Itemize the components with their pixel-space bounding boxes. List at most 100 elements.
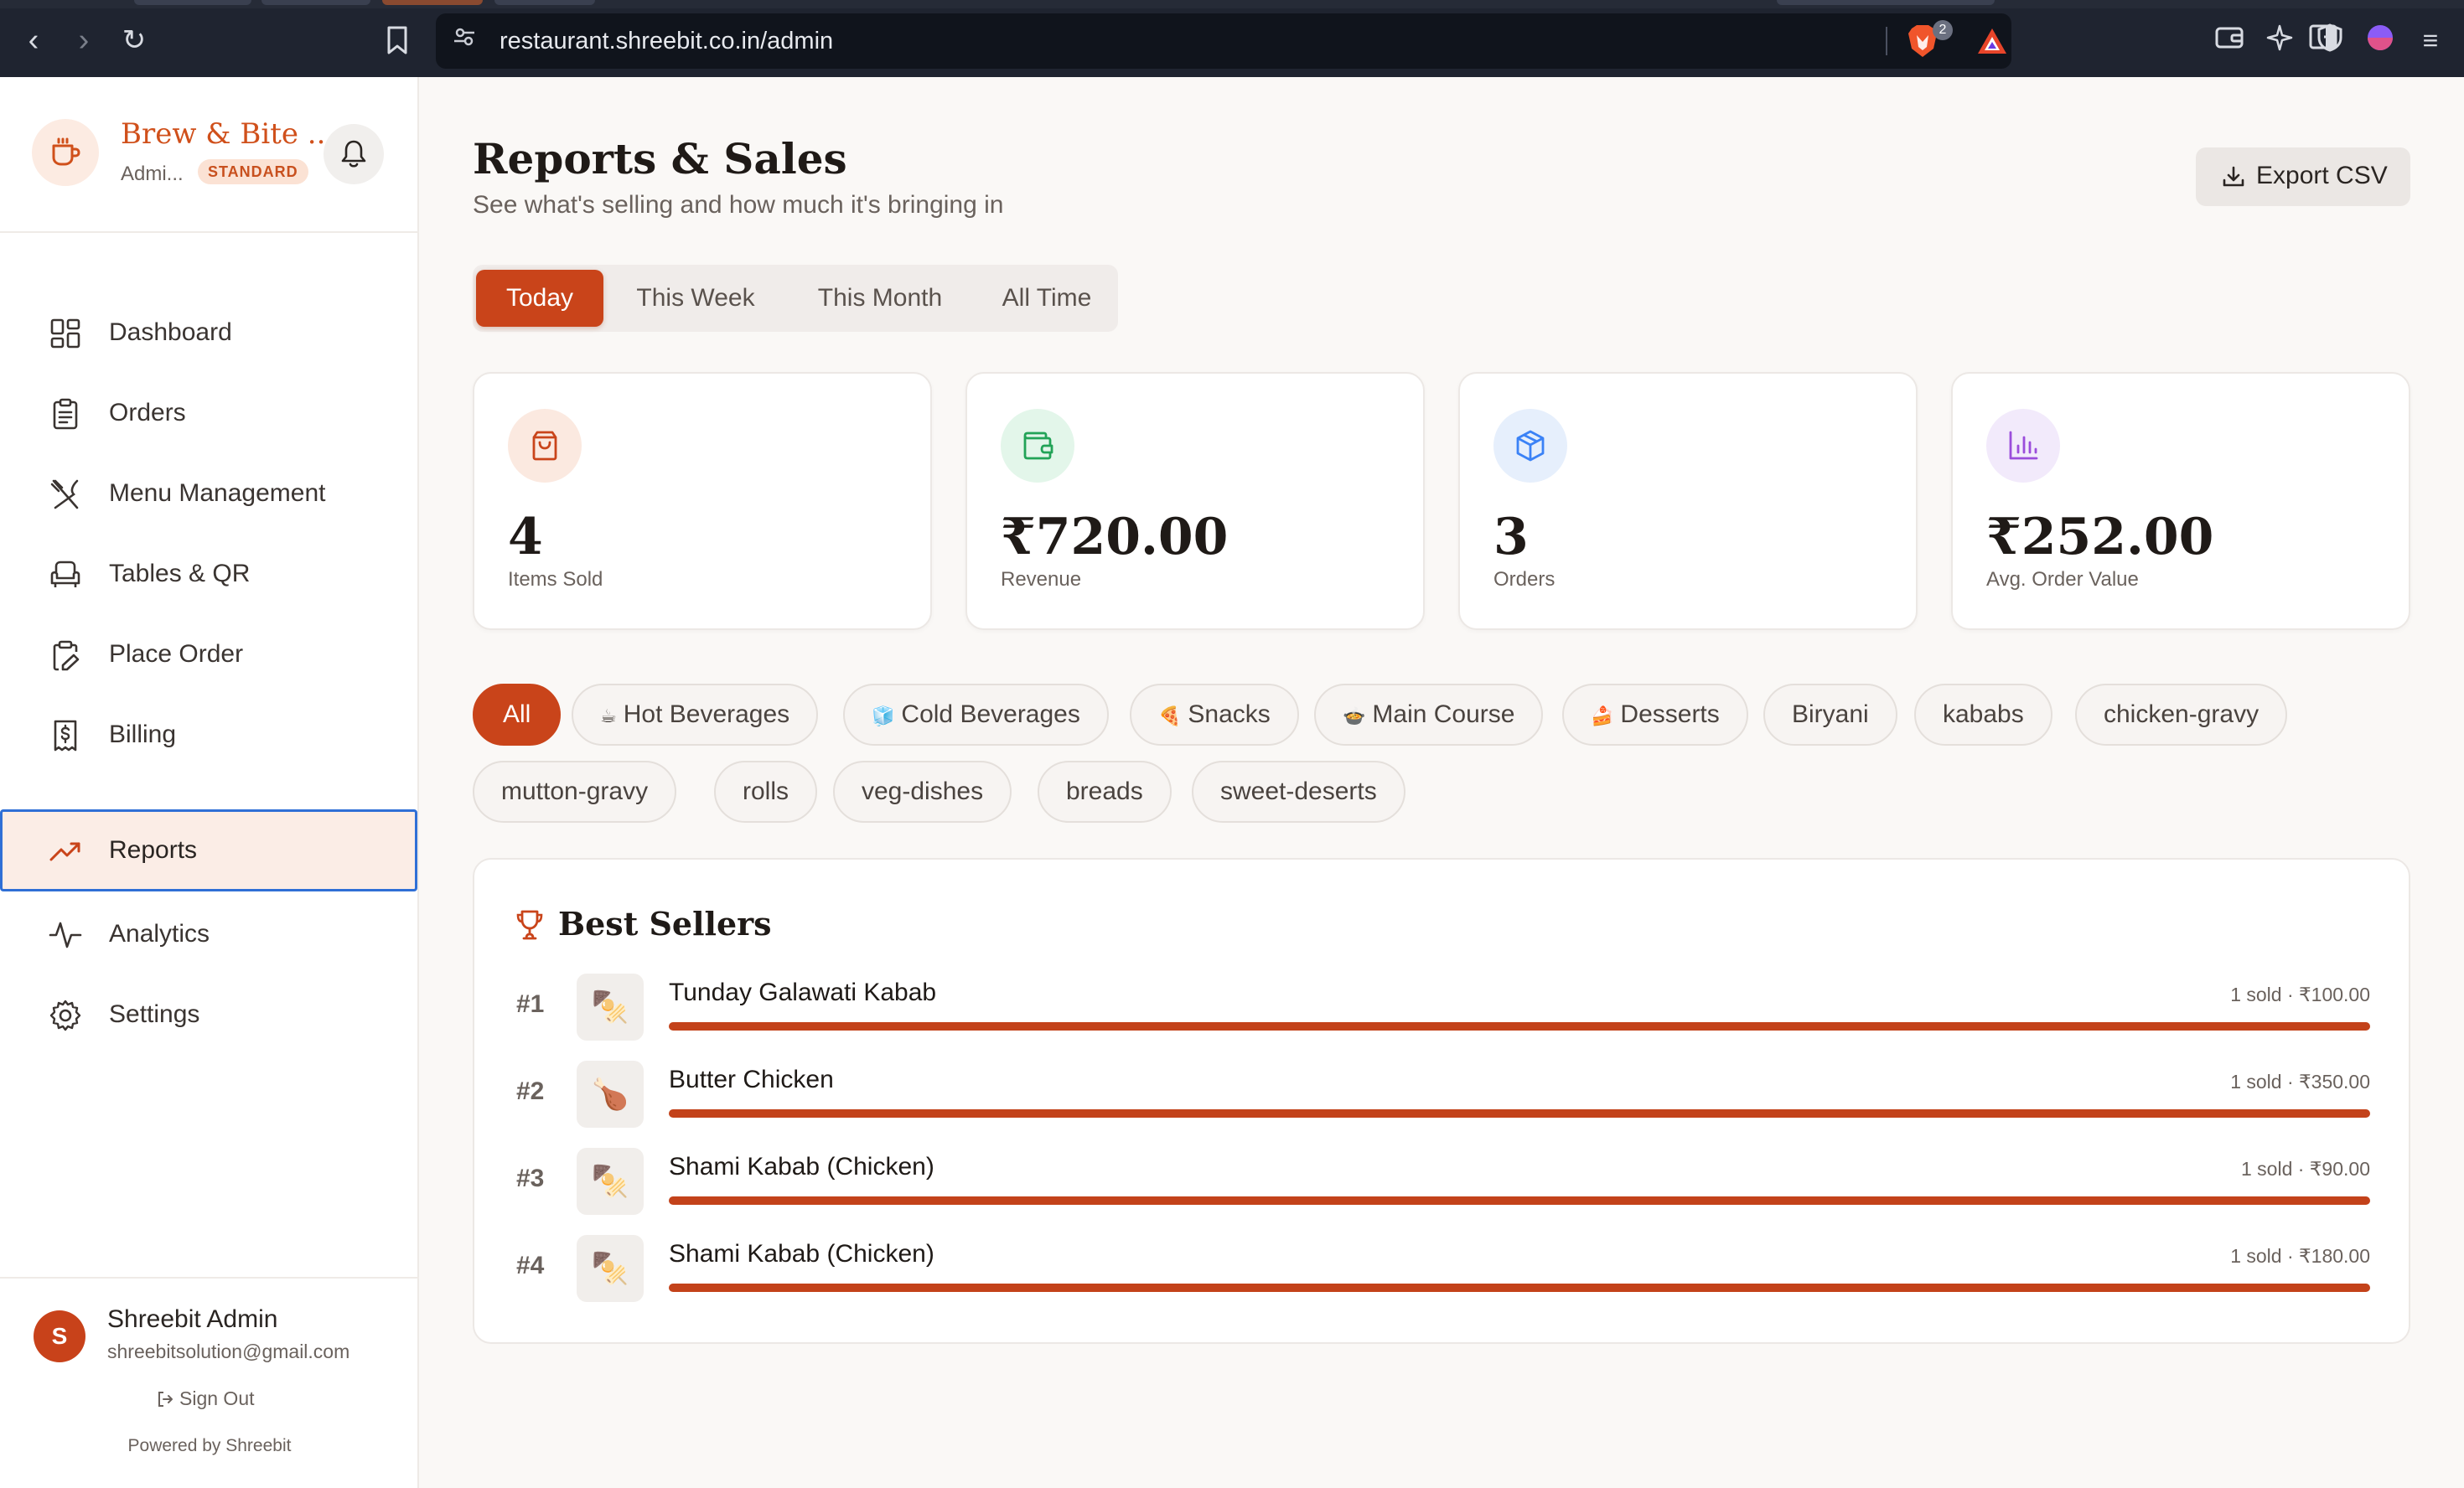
- rank: #4: [516, 1252, 545, 1279]
- category-chip-sweet-deserts[interactable]: sweet-deserts: [1192, 761, 1405, 823]
- sidebar-item-menu-management[interactable]: Menu Management: [0, 452, 417, 535]
- chip-label: breads: [1066, 778, 1143, 805]
- category-chip-veg-dishes[interactable]: veg-dishes: [833, 761, 1012, 823]
- sidebar-item-dashboard[interactable]: Dashboard: [0, 292, 417, 374]
- sidebar-item-orders[interactable]: Orders: [0, 372, 417, 454]
- stat-card-avg-order-value: ₹252.00 Avg. Order Value: [1951, 372, 2410, 630]
- list-item[interactable]: #1 🍢 Tunday Galawati Kabab 1 sold · ₹100…: [474, 974, 2412, 1049]
- cake-icon: 🍰: [1591, 705, 1614, 726]
- browser-tab[interactable]: [1777, 0, 1995, 5]
- vpn-icon[interactable]: [2313, 23, 2347, 57]
- category-chip-chicken-gravy[interactable]: chicken-gravy: [2075, 684, 2288, 746]
- browser-tab[interactable]: [261, 0, 370, 5]
- avg-order-value: ₹252.00: [1986, 508, 2214, 566]
- powered-by: Powered by Shreebit: [127, 1436, 292, 1455]
- category-chip-cold-beverages[interactable]: 🧊 Cold Beverages: [843, 684, 1109, 746]
- browser-toolbar: ‹ › ↻ restaurant.shreebit.co.in/admin 2 …: [0, 0, 2464, 77]
- stew-icon: 🍲: [1343, 705, 1366, 726]
- user-role: Admi...: [121, 163, 184, 185]
- category-chip-rolls[interactable]: rolls: [714, 761, 818, 823]
- category-chip-all[interactable]: All: [473, 684, 562, 746]
- leo-ai-icon[interactable]: [2263, 23, 2296, 57]
- bell-icon: [341, 140, 366, 168]
- revenue-caption: Revenue: [1001, 568, 1082, 591]
- browser-tab[interactable]: [134, 0, 251, 5]
- sidebar-item-place-order[interactable]: Place Order: [0, 613, 417, 695]
- tab-this-month[interactable]: This Month: [788, 270, 972, 327]
- orders-value: 3: [1493, 508, 1529, 566]
- item-meta: 1 sold · ₹90.00: [2240, 1158, 2370, 1180]
- chip-label: sweet-deserts: [1220, 778, 1377, 805]
- wallet-icon[interactable]: [2213, 23, 2246, 57]
- chip-label: Snacks: [1188, 700, 1271, 728]
- bookmark-icon[interactable]: [379, 22, 416, 59]
- chip-label: Main Course: [1372, 700, 1515, 728]
- progress-track: [669, 1022, 2370, 1031]
- sidebar-item-tables-qr[interactable]: Tables & QR: [0, 533, 417, 615]
- brave-rewards-icon[interactable]: [1976, 27, 2008, 55]
- category-chip-hot-beverages[interactable]: ☕ Hot Beverages: [572, 684, 819, 746]
- orders-caption: Orders: [1493, 568, 1556, 591]
- tab-today[interactable]: Today: [476, 270, 603, 327]
- avatar: S: [34, 1310, 85, 1362]
- chip-label: chicken-gravy: [2104, 700, 2260, 728]
- sidebar: Brew & Bite ... Admi... STANDARD Dashboa…: [0, 77, 419, 1488]
- sidebar-item-settings[interactable]: Settings: [0, 974, 417, 1056]
- wallet-icon: [1023, 431, 1053, 460]
- list-item[interactable]: #3 🍢 Shami Kabab (Chicken) 1 sold · ₹90.…: [474, 1148, 2412, 1223]
- category-chip-biryani[interactable]: Biryani: [1763, 684, 1897, 746]
- clipboard-icon: [49, 397, 82, 431]
- trophy-icon: [516, 910, 543, 940]
- stat-icon-circle: [1986, 409, 2060, 483]
- category-chip-kababs[interactable]: kababs: [1914, 684, 2052, 746]
- site-settings-icon[interactable]: [449, 25, 479, 55]
- progress-bar: [669, 1196, 2370, 1205]
- url-text[interactable]: restaurant.shreebit.co.in/admin: [500, 23, 833, 59]
- browser-tab-active[interactable]: [382, 0, 483, 5]
- tab-all-time[interactable]: All Time: [981, 270, 1113, 327]
- item-name: Butter Chicken: [669, 1066, 834, 1093]
- best-sellers-title: Best Sellers: [558, 905, 772, 943]
- browser-tab[interactable]: [494, 0, 595, 5]
- back-icon[interactable]: ‹: [15, 22, 52, 59]
- notifications-button[interactable]: [324, 124, 384, 184]
- skewer-icon: 🍢: [577, 1235, 644, 1302]
- category-chip-main-course[interactable]: 🍲 Main Course: [1314, 684, 1544, 746]
- sign-out-label: Sign Out: [179, 1387, 255, 1409]
- chip-label: veg-dishes: [862, 778, 984, 805]
- activity-icon: [49, 918, 82, 952]
- forward-icon[interactable]: ›: [65, 22, 102, 59]
- menu-icon[interactable]: ≡: [2414, 23, 2447, 57]
- divider: [1886, 27, 1887, 55]
- category-chip-breads[interactable]: breads: [1038, 761, 1172, 823]
- sidebar-item-billing[interactable]: Billing: [0, 694, 417, 776]
- export-csv-label: Export CSV: [2256, 162, 2388, 189]
- progress-track: [669, 1196, 2370, 1205]
- sidebar-item-label: Place Order: [109, 640, 244, 668]
- user-email: shreebitsolution@gmail.com: [107, 1341, 350, 1362]
- profile-icon[interactable]: [2363, 23, 2397, 57]
- divider: [0, 231, 419, 233]
- tab-this-week[interactable]: This Week: [613, 270, 778, 327]
- gear-icon: [49, 999, 82, 1032]
- address-bar[interactable]: restaurant.shreebit.co.in/admin 2: [436, 13, 2011, 69]
- export-csv-button[interactable]: Export CSV: [2196, 147, 2410, 206]
- list-item[interactable]: #2 🍗 Butter Chicken 1 sold · ₹350.00: [474, 1061, 2412, 1136]
- reload-icon[interactable]: ↻: [116, 22, 153, 59]
- list-item[interactable]: #4 🍢 Shami Kabab (Chicken) 1 sold · ₹180…: [474, 1235, 2412, 1310]
- receipt-icon: [49, 719, 82, 752]
- category-chip-desserts[interactable]: 🍰 Desserts: [1562, 684, 1748, 746]
- category-chip-snacks[interactable]: 🍕 Snacks: [1130, 684, 1299, 746]
- package-icon: [1516, 430, 1545, 462]
- sidebar-item-analytics[interactable]: Analytics: [0, 893, 417, 975]
- progress-bar: [669, 1109, 2370, 1118]
- chip-label: Cold Beverages: [901, 700, 1080, 728]
- sign-out-button[interactable]: Sign Out: [156, 1387, 255, 1410]
- item-meta: 1 sold · ₹100.00: [2230, 984, 2370, 1005]
- brand-logo: [32, 119, 99, 186]
- ice-icon: 🧊: [872, 705, 895, 726]
- utensils-icon: [49, 478, 82, 511]
- category-chip-mutton-gravy[interactable]: mutton-gravy: [473, 761, 677, 823]
- divider: [0, 1277, 419, 1279]
- sidebar-item-reports[interactable]: Reports: [0, 809, 417, 891]
